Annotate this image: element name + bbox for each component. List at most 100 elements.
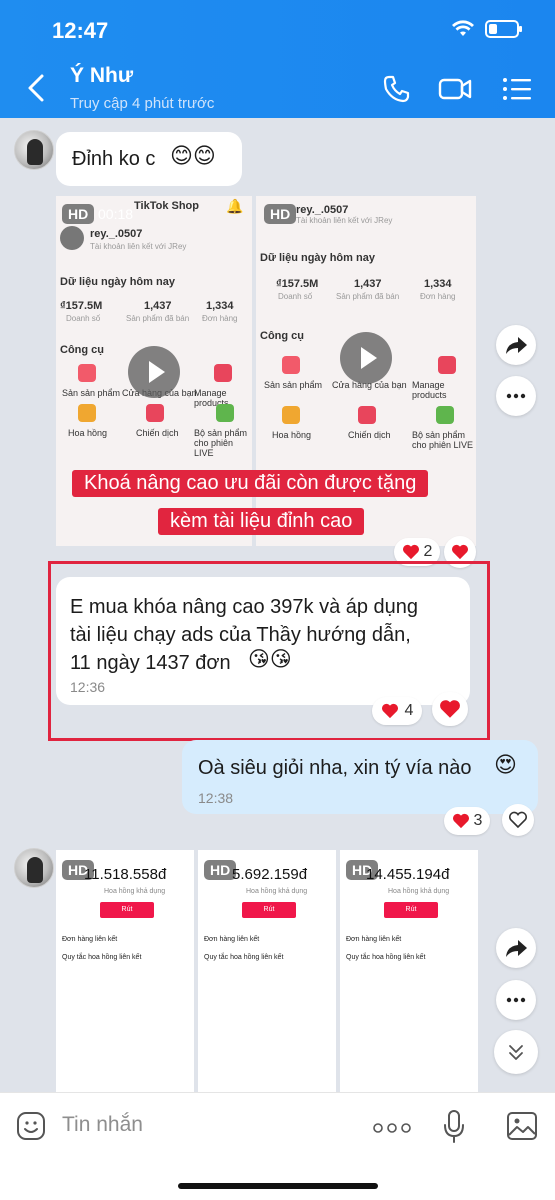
section-title: Dữ liệu ngày hôm nay xyxy=(60,276,175,288)
sticker-emoji-icon[interactable] xyxy=(16,1111,46,1141)
message-bubble[interactable]: E mua khóa nâng cao 397k và áp dụng tài … xyxy=(56,577,470,705)
scroll-to-bottom-button[interactable] xyxy=(494,1030,538,1074)
video-call-icon[interactable] xyxy=(438,72,472,106)
more-dots-icon xyxy=(506,997,526,1003)
commission-rules-row: Quy tắc hoa hồng liên kết xyxy=(204,954,284,961)
earnings-subtitle: Hoa hồng khả dụng xyxy=(104,888,166,895)
tool-label: Chiến dịch xyxy=(348,430,391,440)
forward-button[interactable] xyxy=(496,928,536,968)
heart-outline-icon xyxy=(508,811,528,829)
more-dots-icon xyxy=(506,393,526,399)
stat-label: Doanh số xyxy=(66,314,101,323)
commission-rules-row: Quy tắc hoa hồng liên kết xyxy=(346,954,426,961)
withdraw-button: Rút xyxy=(384,902,438,918)
stat-label: Đơn hàng xyxy=(420,292,456,301)
earnings-subtitle: Hoa hồng khả dụng xyxy=(388,888,450,895)
menu-list-icon[interactable] xyxy=(500,72,534,106)
username: rey._.0507 xyxy=(90,228,143,240)
linked-orders-row: Đơn hàng liên kết xyxy=(346,936,402,943)
profile-avatar xyxy=(60,226,84,250)
earnings-amount: 14.455.194đ xyxy=(366,866,450,883)
message-time: 12:36 xyxy=(70,679,106,695)
reaction-summary[interactable]: 3 xyxy=(444,807,490,835)
more-options-button[interactable] xyxy=(496,980,536,1020)
heart-icon xyxy=(452,544,468,560)
reaction-summary[interactable]: 4 xyxy=(372,697,422,725)
linked-orders-row: Đơn hàng liên kết xyxy=(204,936,260,943)
heart-icon xyxy=(381,703,398,719)
stat-value: 1,334 xyxy=(206,300,234,312)
microphone-icon[interactable] xyxy=(442,1109,466,1145)
play-icon[interactable] xyxy=(340,332,392,384)
tool-label: Chiến dịch xyxy=(136,428,179,438)
tool-label: Hoa hồng xyxy=(68,428,108,438)
tool-label: Sản sản phẩm xyxy=(264,380,323,390)
avatar[interactable] xyxy=(14,848,54,888)
stat-value: 1,334 xyxy=(424,278,452,290)
react-button[interactable] xyxy=(502,804,534,836)
chat-header: 12:47 Ý Như Truy cập 4 phút trước xyxy=(0,0,555,118)
heart-icon xyxy=(452,813,469,829)
withdraw-button: Rút xyxy=(242,902,296,918)
message-bubble[interactable]: Đỉnh ko c 😊😊 xyxy=(56,132,242,186)
promo-banner-line1: Khoá nâng cao ưu đãi còn được tặng xyxy=(72,470,429,497)
forward-button[interactable] xyxy=(496,325,536,365)
my-message-bubble[interactable]: Oà siêu giỏi nha, xin tý vía nào 😍 12:38 xyxy=(182,740,538,814)
linked-orders-row: Đơn hàng liên kết xyxy=(62,936,118,943)
play-icon[interactable] xyxy=(128,346,180,398)
tool-label: Hoa hồng xyxy=(272,430,312,440)
tool-icon xyxy=(78,404,96,422)
earnings-image[interactable]: HD 5.692.159đ Hoa hồng khả dụng Rút Đơn … xyxy=(198,850,336,1093)
contact-name[interactable]: Ý Như xyxy=(70,64,133,88)
username: rey._.0507 xyxy=(296,204,349,216)
linked-account: Tài khoản liên kết với JRey xyxy=(296,216,393,225)
message-text: Đỉnh ko c xyxy=(72,148,156,170)
back-arrow-icon[interactable] xyxy=(22,70,52,106)
stat-label: Đơn hàng xyxy=(202,314,238,323)
stat-label: Doanh số xyxy=(278,292,313,301)
heart-icon xyxy=(402,544,419,560)
tool-label: Bộ sản phẩm cho phiên LIVE xyxy=(412,430,474,450)
tool-label: Sản sản phẩm xyxy=(62,388,121,398)
tool-icon xyxy=(282,356,300,374)
double-chevron-down-icon xyxy=(509,1045,523,1060)
battery-icon xyxy=(485,20,522,38)
message-emoji: 😊😊 xyxy=(170,143,216,168)
more-options-icon[interactable] xyxy=(372,1121,412,1135)
tool-icon xyxy=(146,404,164,422)
wifi-icon xyxy=(452,20,474,36)
linked-account: Tài khoản liên kết với JRey xyxy=(90,242,187,251)
section-title: Dữ liệu ngày hôm nay xyxy=(260,252,375,264)
avatar[interactable] xyxy=(14,130,54,170)
app-title: TikTok Shop xyxy=(134,200,199,212)
stat-label: Sản phẩm đã bán xyxy=(126,314,190,323)
earnings-image[interactable]: HD 11.518.558đ Hoa hồng khả dụng Rút Đơn… xyxy=(56,850,194,1093)
status-time: 12:47 xyxy=(52,18,109,43)
image-gallery-icon[interactable] xyxy=(506,1111,538,1141)
earnings-image[interactable]: HD 14.455.194đ Hoa hồng khả dụng Rút Đơn… xyxy=(340,850,478,1093)
home-indicator xyxy=(178,1183,378,1189)
message-input[interactable]: Tin nhắn xyxy=(62,1113,143,1137)
bell-icon: 🔔 xyxy=(226,198,244,214)
message-text-line1: E mua khóa nâng cao 397k và áp dụng xyxy=(70,596,419,618)
commission-rules-row: Quy tắc hoa hồng liên kết xyxy=(62,954,142,961)
last-seen-status: Truy cập 4 phút trước xyxy=(70,95,215,112)
withdraw-button: Rút xyxy=(100,902,154,918)
message-emoji: 😍 xyxy=(494,752,517,777)
status-icons xyxy=(451,20,522,38)
stat-value: 1,437 xyxy=(354,278,382,290)
tool-icon xyxy=(78,364,96,382)
more-options-button[interactable] xyxy=(496,376,536,416)
tool-icon xyxy=(216,404,234,422)
stat-value: ₫157.5M xyxy=(276,278,319,290)
reaction-count: 2 xyxy=(423,543,433,560)
hd-badge: HD xyxy=(62,204,95,224)
tool-icon xyxy=(438,356,456,374)
earnings-subtitle: Hoa hồng khả dụng xyxy=(246,888,308,895)
status-bar: 12:47 xyxy=(0,0,555,56)
phone-icon[interactable] xyxy=(380,72,414,106)
react-button[interactable] xyxy=(432,692,468,726)
message-text-line3: 11 ngày 1437 đơn xyxy=(70,652,231,674)
hd-badge: HD xyxy=(264,204,297,224)
tool-icon xyxy=(214,364,232,382)
